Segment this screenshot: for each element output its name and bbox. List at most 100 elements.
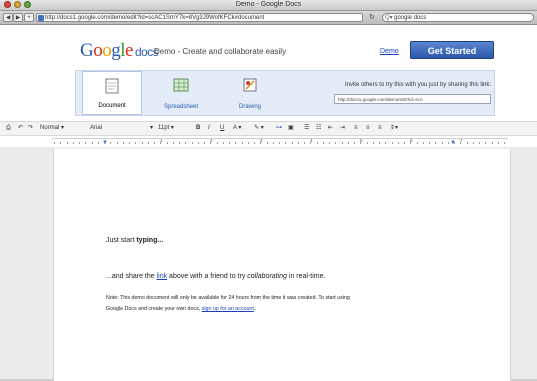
ruler-tick	[266, 142, 268, 144]
font-dropdown[interactable]: Arial	[90, 124, 102, 133]
font-size-dropdown[interactable]: 11pt ▾	[158, 124, 174, 133]
align-center-icon[interactable]: ≡	[366, 124, 370, 133]
ruler-tick	[216, 142, 218, 144]
right-indent-marker-icon[interactable]: ▼	[450, 139, 456, 147]
window-titlebar: Demo - Google Docs	[0, 0, 537, 11]
google-docs-logo[interactable]: Google docs	[80, 40, 159, 62]
style-dropdown[interactable]: Normal ▾	[40, 124, 64, 133]
ruler-tick	[497, 142, 499, 144]
reload-icon[interactable]: ↻	[367, 13, 377, 22]
ruler-tick	[285, 142, 287, 144]
doc-type-chooser: Document Spreadsheet Drawing Invite othe…	[75, 70, 495, 116]
add-bookmark-button[interactable]: +	[24, 13, 34, 22]
undo-icon[interactable]: ↶	[18, 124, 23, 133]
ruler-tick	[54, 142, 55, 144]
ruler-tick	[154, 142, 155, 144]
text-color-button[interactable]: A ▾	[233, 124, 241, 133]
ruler-tick	[404, 142, 405, 144]
ruler-tick	[335, 142, 337, 144]
ruler-tick	[372, 142, 374, 144]
doc-line-1: Just start typing...	[106, 237, 163, 244]
doc-line-2-link[interactable]: link	[157, 273, 168, 280]
increase-indent-icon[interactable]: ⇥	[340, 124, 345, 133]
search-field[interactable]: Q▾ google docs	[382, 13, 534, 22]
highlight-button[interactable]: ✎ ▾	[254, 124, 264, 133]
line-spacing-icon[interactable]: ⇕▾	[390, 124, 398, 133]
ruler-tick	[91, 142, 93, 144]
ruler-tick	[454, 142, 455, 144]
numbered-list-icon[interactable]: ☰	[304, 124, 309, 133]
ruler-tick	[172, 142, 174, 144]
drawing-option[interactable]: Drawing	[220, 71, 280, 115]
spreadsheet-icon	[173, 78, 189, 92]
decrease-indent-icon[interactable]: ⇤	[328, 124, 333, 133]
redo-icon[interactable]: ↷	[28, 124, 33, 133]
ruler-tick	[435, 142, 437, 144]
demo-link[interactable]: Demo	[380, 48, 399, 55]
ruler-tick	[379, 142, 380, 144]
spreadsheet-option[interactable]: Spreadsheet	[151, 71, 211, 115]
ruler-tick	[66, 142, 68, 144]
image-icon[interactable]: ▣	[288, 124, 294, 133]
ruler-tick	[204, 142, 205, 144]
document-icon	[105, 78, 119, 94]
share-link-field[interactable]: http://docs1.google.com/demo/edit?id=scA	[334, 94, 491, 104]
link-icon[interactable]: ⊶	[276, 124, 282, 133]
favicon-icon	[38, 15, 44, 21]
ruler-tick	[297, 142, 299, 144]
ruler-tick	[254, 142, 255, 144]
back-button[interactable]: ◀	[3, 13, 13, 22]
invite-text: Invite others to try this with you just …	[344, 82, 491, 88]
document-canvas: Just start typing... ...and share the li…	[0, 147, 537, 381]
ruler-tick	[322, 142, 324, 144]
ruler-tick	[229, 142, 230, 144]
bold-button[interactable]: B	[196, 124, 200, 133]
doc-note-line-1: Note: This demo document will only be av…	[106, 295, 350, 301]
align-right-icon[interactable]: ≡	[378, 124, 382, 133]
font-dropdown-arrow-icon[interactable]: ▾	[150, 124, 153, 133]
ruler-number: 4	[310, 138, 313, 143]
ruler-number: 1	[160, 138, 163, 143]
ruler-tick	[147, 142, 149, 144]
ruler-tick	[485, 142, 487, 144]
document-option[interactable]: Document	[82, 71, 142, 115]
page-content: Google docs Demo - Create and collaborate…	[0, 25, 537, 381]
spreadsheet-option-label: Spreadsheet	[163, 104, 199, 110]
ruler-tick	[72, 142, 74, 144]
ruler-tick	[397, 142, 399, 144]
address-bar[interactable]: http://docs1.google.com/demo/edit?id=scA…	[36, 13, 363, 22]
doc-note-line-2-a: Google Docs and create your own docs,	[106, 306, 202, 312]
ruler-tick	[279, 142, 280, 144]
ruler-tick	[235, 142, 237, 144]
ruler-tick	[416, 142, 418, 144]
window-title: Demo - Google Docs	[235, 1, 302, 8]
document-page[interactable]: Just start typing... ...and share the li…	[53, 149, 511, 381]
ruler-number: 7	[460, 138, 463, 143]
ruler-tick	[466, 142, 468, 144]
ruler-tick	[354, 142, 355, 144]
get-started-button[interactable]: Get Started	[410, 41, 494, 59]
ruler-tick	[179, 142, 180, 144]
drawing-option-label: Drawing	[238, 104, 261, 110]
bullet-list-icon[interactable]: ☷	[316, 124, 321, 133]
ruler-tick	[291, 142, 293, 144]
ruler-tick	[329, 142, 330, 144]
ruler-tick	[391, 142, 393, 144]
ruler-tick	[185, 142, 187, 144]
ruler-tick	[141, 142, 143, 144]
doc-line-2-b: above with a friend to try	[167, 273, 248, 280]
doc-line-2-italic: collaborating	[247, 273, 287, 280]
ruler-tick	[122, 142, 124, 144]
print-icon[interactable]: ⎙	[6, 124, 11, 133]
forward-button[interactable]: ▶	[13, 13, 23, 22]
ruler-tick	[504, 142, 505, 144]
ruler-tick	[447, 142, 449, 144]
ruler-tick	[104, 142, 105, 144]
signup-link[interactable]: sign up for an account	[202, 306, 254, 312]
italic-button[interactable]: I	[208, 124, 210, 133]
ruler-tick	[191, 142, 193, 144]
ruler-tick	[441, 142, 443, 144]
align-left-icon[interactable]: ≡	[354, 124, 358, 133]
underline-button[interactable]: U	[220, 124, 224, 133]
ruler-number: 2	[210, 138, 213, 143]
